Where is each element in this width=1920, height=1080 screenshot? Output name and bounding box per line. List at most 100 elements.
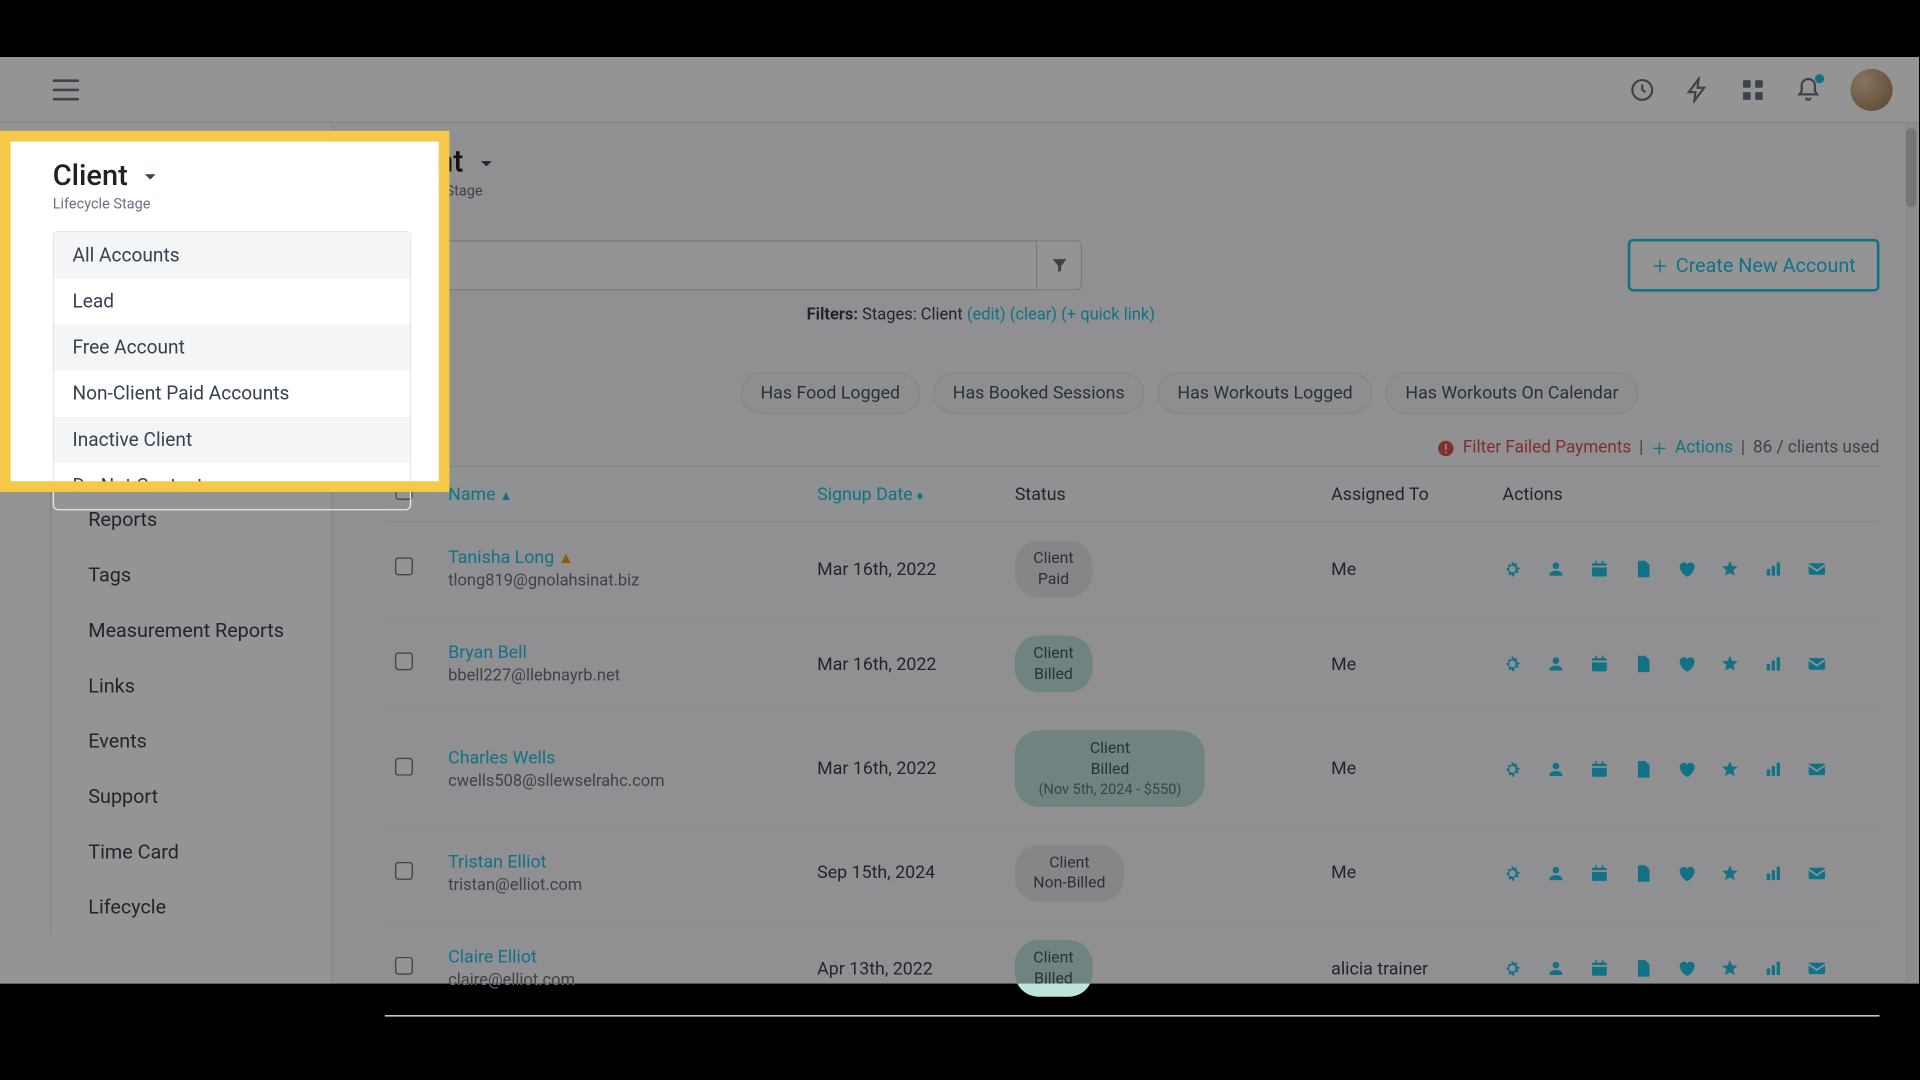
gear-icon[interactable]: [1503, 959, 1523, 979]
signup-date: Apr 13th, 2022: [817, 958, 1015, 979]
client-name-link[interactable]: Claire Elliot: [448, 947, 817, 968]
client-name-link[interactable]: Tanisha Long▲: [448, 547, 817, 568]
file-icon[interactable]: [1633, 759, 1653, 779]
sidebar-item-links[interactable]: Links: [51, 658, 330, 713]
file-icon[interactable]: [1633, 864, 1653, 884]
failed-payments-link[interactable]: Filter Failed Payments: [1463, 438, 1631, 458]
bell-icon[interactable]: [1795, 76, 1821, 102]
star-icon[interactable]: [1720, 959, 1740, 979]
plus-icon: [1652, 257, 1669, 274]
sidebar-item-measurement-reports[interactable]: Measurement Reports: [51, 603, 330, 658]
signup-date: Mar 16th, 2022: [817, 559, 1015, 580]
gear-icon[interactable]: [1503, 559, 1523, 579]
star-icon[interactable]: [1720, 654, 1740, 674]
star-icon[interactable]: [1720, 864, 1740, 884]
star-icon[interactable]: [1720, 759, 1740, 779]
apps-grid-icon[interactable]: [1740, 76, 1766, 102]
chart-icon[interactable]: [1763, 864, 1783, 884]
popout-title[interactable]: Client: [53, 160, 439, 193]
row-checkbox[interactable]: [395, 862, 413, 880]
mail-icon[interactable]: [1807, 654, 1827, 674]
dd-inactive-client[interactable]: Inactive Client: [54, 417, 410, 463]
row-checkbox[interactable]: [395, 558, 413, 576]
filter-button[interactable]: [1037, 240, 1082, 290]
chart-icon[interactable]: [1763, 759, 1783, 779]
col-name[interactable]: Name▲: [448, 483, 817, 504]
client-name-link[interactable]: Charles Wells: [448, 747, 817, 768]
sidebar-item-time-card[interactable]: Time Card: [51, 824, 330, 879]
gear-icon[interactable]: [1503, 759, 1523, 779]
user-icon[interactable]: [1546, 759, 1566, 779]
client-email: tristan@elliot.com: [448, 875, 817, 895]
dd-free-account[interactable]: Free Account: [54, 325, 410, 371]
file-icon[interactable]: [1633, 559, 1653, 579]
heart-icon[interactable]: [1676, 864, 1696, 884]
scrollbar[interactable]: [1906, 123, 1917, 984]
quicklink-link[interactable]: (+ quick link): [1061, 305, 1155, 325]
create-account-button[interactable]: Create New Account: [1628, 239, 1879, 292]
assigned-to: alicia trainer: [1331, 958, 1502, 979]
chart-icon[interactable]: [1763, 654, 1783, 674]
row-checkbox[interactable]: [395, 757, 413, 775]
plus-small-icon: [1651, 440, 1667, 456]
user-icon[interactable]: [1546, 559, 1566, 579]
search-input[interactable]: [385, 240, 1037, 290]
dd-do-not-contact[interactable]: Do Not Contact: [54, 463, 410, 509]
client-name-link[interactable]: Bryan Bell: [448, 643, 817, 664]
row-checkbox[interactable]: [395, 653, 413, 671]
chip-workouts-calendar[interactable]: Has Workouts On Calendar: [1386, 372, 1639, 414]
mail-icon[interactable]: [1807, 559, 1827, 579]
avatar[interactable]: [1850, 68, 1892, 110]
chart-icon[interactable]: [1763, 959, 1783, 979]
assigned-to: Me: [1331, 654, 1502, 675]
calendar-icon[interactable]: [1590, 959, 1610, 979]
user-icon[interactable]: [1546, 864, 1566, 884]
row-checkbox[interactable]: [395, 957, 413, 975]
create-button-label: Create New Account: [1676, 253, 1856, 277]
mail-icon[interactable]: [1807, 959, 1827, 979]
mail-icon[interactable]: [1807, 864, 1827, 884]
calendar-icon[interactable]: [1590, 559, 1610, 579]
star-icon[interactable]: [1720, 559, 1740, 579]
sidebar-item-support[interactable]: Support: [51, 769, 330, 824]
gear-icon[interactable]: [1503, 654, 1523, 674]
mail-icon[interactable]: [1807, 759, 1827, 779]
calendar-icon[interactable]: [1590, 759, 1610, 779]
dd-lead[interactable]: Lead: [54, 278, 410, 324]
user-icon[interactable]: [1546, 959, 1566, 979]
col-signup[interactable]: Signup Date♦: [817, 483, 1015, 504]
chip-booked-sessions[interactable]: Has Booked Sessions: [933, 372, 1144, 414]
gear-icon[interactable]: [1503, 864, 1523, 884]
sidebar-item-lifecycle[interactable]: Lifecycle: [51, 879, 330, 934]
hamburger-menu-icon[interactable]: [53, 79, 79, 100]
row-actions: [1503, 759, 1869, 779]
heart-icon[interactable]: [1676, 959, 1696, 979]
chart-icon[interactable]: [1763, 559, 1783, 579]
client-email: bbell227@llebnayrb.net: [448, 666, 817, 686]
sidebar-item-events[interactable]: Events: [51, 713, 330, 768]
actions-link[interactable]: Actions: [1675, 438, 1733, 458]
bolt-icon[interactable]: [1684, 76, 1710, 102]
calendar-icon[interactable]: [1590, 864, 1610, 884]
heart-icon[interactable]: [1676, 654, 1696, 674]
dd-non-client-paid[interactable]: Non-Client Paid Accounts: [54, 371, 410, 417]
calendar-icon[interactable]: [1590, 654, 1610, 674]
sidebar-item-tags[interactable]: Tags: [51, 547, 330, 602]
chevron-down-icon: [476, 153, 497, 174]
clients-table: Name▲ Signup Date♦ Status Assigned To Ac…: [385, 466, 1880, 1017]
chip-workouts-logged[interactable]: Has Workouts Logged: [1158, 372, 1373, 414]
file-icon[interactable]: [1633, 654, 1653, 674]
client-name-link[interactable]: Tristan Elliot: [448, 852, 817, 873]
heart-icon[interactable]: [1676, 559, 1696, 579]
dd-all-accounts[interactable]: All Accounts: [54, 232, 410, 278]
user-icon[interactable]: [1546, 654, 1566, 674]
heart-icon[interactable]: [1676, 759, 1696, 779]
alert-icon: [1436, 439, 1454, 457]
edit-filter-link[interactable]: (edit): [967, 305, 1006, 325]
row-actions: [1503, 864, 1869, 884]
file-icon[interactable]: [1633, 959, 1653, 979]
clear-filter-link[interactable]: (clear): [1010, 305, 1057, 325]
main-content: Client Lifecycle Stage Create New Accoun…: [332, 123, 1919, 984]
clock-icon[interactable]: [1629, 76, 1655, 102]
chip-food-logged[interactable]: Has Food Logged: [741, 372, 920, 414]
